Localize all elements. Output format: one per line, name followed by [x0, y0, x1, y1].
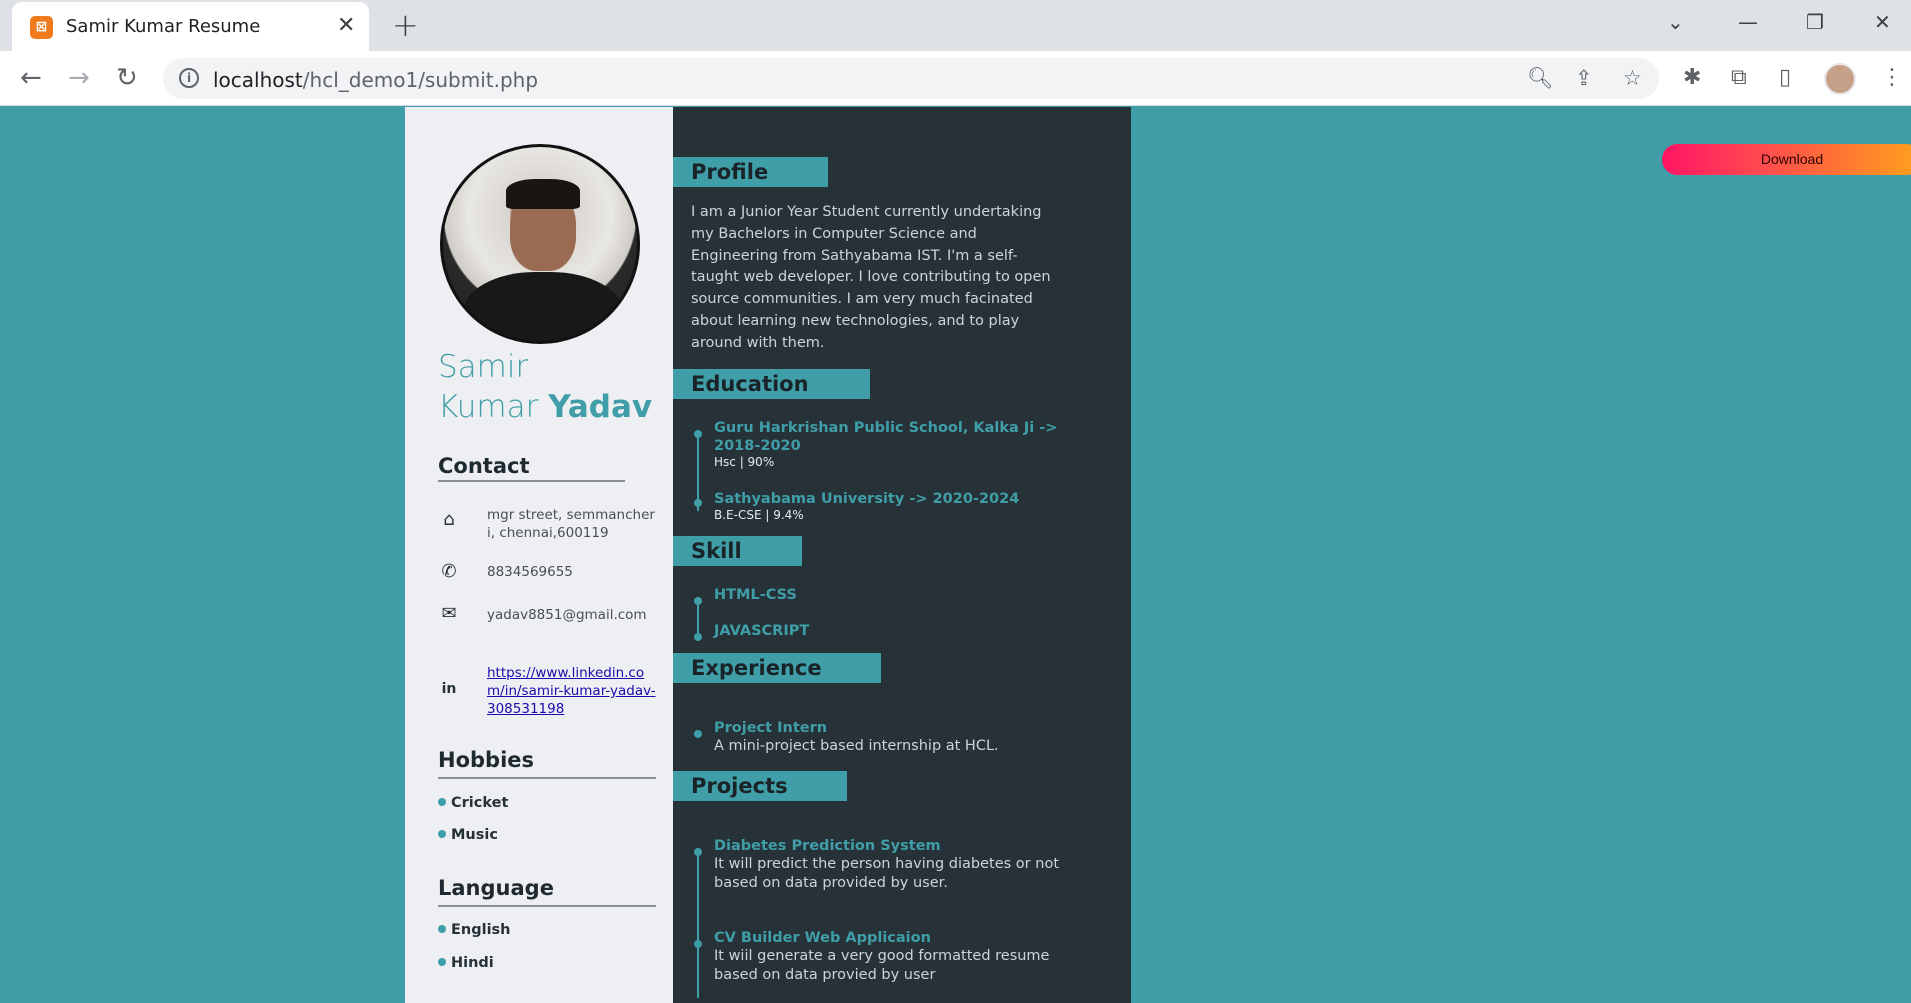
contact-address: mgr street, semmancheri, chennai,600119: [487, 507, 655, 541]
download-button[interactable]: Download: [1662, 144, 1911, 175]
language-heading: Language: [438, 876, 554, 900]
contact-underline: [438, 480, 625, 482]
minimize-button[interactable]: —: [1738, 8, 1758, 36]
project-desc: It will predict the person having diabet…: [714, 856, 1059, 891]
timeline-dot: [694, 940, 702, 948]
share-icon[interactable]: ⇪: [1575, 66, 1593, 90]
browser-toolbar: ← → ↻ i localhost/hcl_demo1/submit.php 🔍…: [0, 51, 1911, 106]
menu-kebab-icon[interactable]: ⋮: [1881, 65, 1903, 91]
linkedin-link[interactable]: https://www.linkedin.com/in/samir-kumar-…: [487, 665, 656, 717]
timeline-dot: [694, 499, 702, 507]
resume-sidebar: Samir Kumar Yadav Contact ⌂ mgr street, …: [405, 107, 673, 1003]
experience-title: Project Intern: [714, 720, 828, 736]
hobbies-underline: [438, 777, 656, 779]
new-tab-button[interactable]: +: [392, 8, 419, 42]
language-item: Hindi: [438, 955, 494, 971]
tab-close-icon[interactable]: ✕: [337, 12, 355, 40]
skill-heading: Skill: [673, 536, 802, 566]
education-heading: Education: [673, 369, 870, 399]
contact-phone: 8834569655: [487, 564, 573, 580]
tab-strip: ⊠ Samir Kumar Resume ✕ + ⌄ — ❐ ✕: [0, 0, 1911, 51]
site-info-icon[interactable]: i: [179, 68, 199, 88]
skill-item: JAVASCRIPT: [714, 623, 810, 639]
extension-bug-icon[interactable]: ✱: [1683, 65, 1701, 91]
hobbies-heading: Hobbies: [438, 748, 535, 772]
contact-linkedin: https://www.linkedin.com/in/samir-kumar-…: [487, 664, 657, 718]
forward-arrow-icon[interactable]: →: [68, 61, 90, 95]
contact-email: yadav8851@gmail.com: [487, 607, 647, 623]
language-item: English: [438, 922, 511, 938]
hobby-item: Cricket: [438, 795, 508, 811]
bookmark-star-icon[interactable]: ☆: [1623, 66, 1642, 90]
projects-timeline-line: [697, 848, 699, 998]
name-rest: Kumar Yadav: [438, 389, 653, 425]
education-title: Guru Harkrishan Public School, Kalka Ji …: [714, 420, 1058, 454]
project-title: Diabetes Prediction System: [714, 838, 941, 854]
back-arrow-icon[interactable]: ←: [20, 61, 42, 95]
zoom-icon[interactable]: 🔍︎: [1527, 66, 1554, 90]
education-sub: B.E-CSE | 9.4%: [714, 508, 804, 522]
tab-search-chevron-icon[interactable]: ⌄: [1667, 8, 1684, 36]
timeline-dot: [694, 430, 702, 438]
resume-page: Download Samir Kumar Yadav Contact ⌂ mgr…: [0, 107, 1911, 1003]
profile-photo: [440, 144, 640, 344]
profile-avatar[interactable]: [1824, 63, 1856, 95]
tab-title: Samir Kumar Resume: [66, 16, 261, 37]
timeline-dot: [694, 633, 702, 641]
extensions-puzzle-icon[interactable]: ⧉: [1731, 65, 1747, 91]
timeline-dot: [694, 730, 702, 738]
education-title: Sathyabama University -> 2020-2024: [714, 491, 1020, 507]
hobby-item: Music: [438, 827, 498, 843]
projects-heading: Projects: [673, 771, 847, 801]
education-sub: Hsc | 90%: [714, 455, 775, 469]
linkedin-icon: in: [441, 681, 457, 697]
profile-text: I am a Junior Year Student currently und…: [691, 204, 1051, 351]
url-text[interactable]: localhost/hcl_demo1/submit.php: [213, 68, 538, 92]
email-icon: ✉: [441, 603, 457, 624]
phone-icon: ✆: [441, 561, 457, 582]
timeline-dot: [694, 848, 702, 856]
restore-button[interactable]: ❐: [1806, 8, 1824, 36]
timeline-dot: [694, 597, 702, 605]
language-underline: [438, 905, 656, 907]
xampp-favicon-icon: ⊠: [30, 16, 53, 39]
contact-heading: Contact: [438, 454, 530, 478]
home-icon: ⌂: [443, 509, 455, 530]
skill-item: HTML-CSS: [714, 587, 797, 603]
window-close-button[interactable]: ✕: [1874, 8, 1891, 36]
side-panel-icon[interactable]: ▯: [1779, 65, 1791, 91]
profile-heading: Profile: [673, 157, 828, 187]
name-first: Samir: [438, 349, 529, 385]
experience-heading: Experience: [673, 653, 881, 683]
experience-desc: A mini-project based internship at HCL.: [714, 738, 999, 754]
browser-tab[interactable]: ⊠ Samir Kumar Resume ✕: [12, 2, 369, 51]
project-desc: It wiil generate a very good formatted r…: [714, 948, 1050, 983]
project-title: CV Builder Web Applicaion: [714, 930, 931, 946]
reload-icon[interactable]: ↻: [116, 61, 138, 95]
address-bar[interactable]: i localhost/hcl_demo1/submit.php 🔍︎ ⇪ ☆: [163, 58, 1659, 99]
